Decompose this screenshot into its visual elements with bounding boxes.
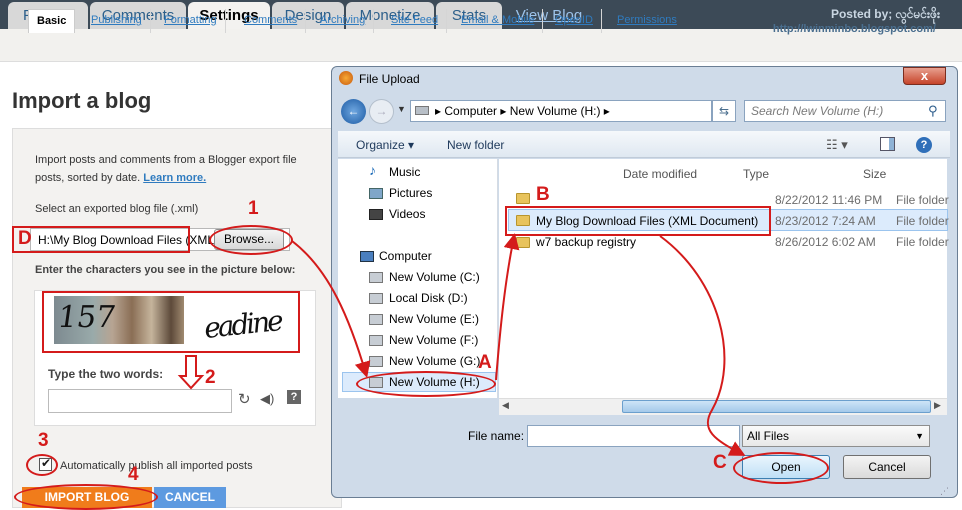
column-type[interactable]: Type	[743, 167, 769, 181]
column-date-modified[interactable]: Date modified	[623, 167, 697, 181]
posted-by-text: Posted by; လွင်မင်းဖိုး	[830, 7, 940, 21]
nav-volume-g[interactable]: New Volume (G:)	[389, 354, 480, 368]
annotation-circle-checkbox	[26, 454, 58, 476]
annotation-circle-open	[733, 452, 829, 484]
nav-pictures[interactable]: Pictures	[389, 186, 432, 200]
search-input[interactable]: Search New Volume (H:)	[744, 100, 946, 122]
firefox-icon	[339, 71, 353, 85]
file-name-label: File name:	[468, 429, 525, 443]
resize-grip-icon[interactable]: ⋰	[940, 486, 949, 497]
file-row-0-date: 8/22/2012 11:46 PM	[775, 193, 883, 207]
pictures-icon	[369, 188, 383, 199]
file-name-input[interactable]	[527, 425, 740, 447]
learn-more-link[interactable]: Learn more.	[143, 172, 206, 184]
drive-icon	[415, 106, 429, 115]
back-arrow-icon[interactable]: ←	[341, 99, 366, 124]
nav-computer[interactable]: Computer	[379, 249, 432, 263]
select-file-label: Select an exported blog file (.xml)	[35, 203, 199, 215]
annotation-box-file-path	[12, 226, 190, 253]
annotation-number: 2	[205, 367, 216, 388]
file-row-1-type: File folder	[896, 214, 949, 228]
help-icon[interactable]: ?	[916, 137, 932, 153]
subtab-site-feed[interactable]: Site Feed	[383, 9, 448, 33]
intro-text: Import posts and comments from a Blogger…	[35, 154, 297, 166]
dialog-title: File Upload	[359, 72, 420, 86]
scroll-left-icon[interactable]: ◀	[502, 400, 509, 411]
page-title: Import a blog	[12, 88, 152, 113]
file-row-0-type: File folder	[896, 193, 949, 207]
subtab-permissions[interactable]: Permissions	[609, 9, 685, 33]
drive-g-icon	[369, 356, 383, 367]
preview-pane-icon[interactable]	[880, 137, 895, 151]
breadcrumb-computer[interactable]: Computer	[444, 104, 497, 118]
annotation-letter: B	[536, 184, 550, 205]
annotation-number: 4	[128, 464, 139, 485]
subtab-email-mobile[interactable]: Email & Mobile	[453, 9, 544, 33]
organize-menu[interactable]: Organize ▾	[356, 138, 414, 152]
annotation-circle-import	[14, 484, 158, 510]
nav-volume-c[interactable]: New Volume (C:)	[389, 270, 480, 284]
nav-volume-f[interactable]: New Volume (F:)	[389, 333, 478, 347]
drive-e-icon	[369, 314, 383, 325]
file-type-value: All Files	[747, 429, 790, 443]
drive-d-icon	[369, 293, 383, 304]
annotation-letter: C	[713, 452, 727, 473]
drive-f-icon	[369, 335, 383, 346]
forward-arrow-icon[interactable]: →	[369, 99, 394, 124]
breadcrumb-new-volume-h[interactable]: New Volume (H:)	[510, 104, 601, 118]
dialog-cancel-button[interactable]: Cancel	[843, 455, 931, 479]
help-icon[interactable]: ?	[287, 390, 301, 404]
intro-text-2: posts, sorted by date. Learn more.	[35, 172, 207, 184]
search-icon: ⚲	[928, 103, 938, 118]
audio-icon[interactable]: ◀)	[260, 391, 274, 407]
breadcrumb: ▸ Computer ▸ New Volume (H:) ▸	[435, 104, 610, 118]
history-chevron-icon[interactable]: ▼	[397, 104, 406, 114]
videos-icon	[369, 209, 383, 220]
annotation-circle-volume-h	[356, 371, 496, 397]
computer-icon	[360, 251, 374, 262]
cancel-button[interactable]: CANCEL	[154, 487, 226, 508]
subtab-basic[interactable]: Basic	[28, 9, 76, 33]
subtab-openid[interactable]: OpenID	[547, 9, 602, 33]
chevron-down-icon: ▼	[915, 431, 924, 441]
column-size[interactable]: Size	[863, 167, 886, 181]
file-row-1-date: 8/23/2012 7:24 AM	[775, 214, 876, 228]
nav-videos[interactable]: Videos	[389, 207, 425, 221]
nav-local-disk-d[interactable]: Local Disk (D:)	[389, 291, 468, 305]
autopublish-label: Automatically publish all imported posts	[60, 460, 253, 472]
nav-music[interactable]: Music	[389, 165, 420, 179]
folder-icon	[516, 193, 530, 204]
folder-icon	[516, 237, 530, 248]
file-row-2-type: File folder	[896, 235, 949, 249]
annotation-box-folder	[505, 206, 771, 236]
view-options-icon[interactable]: ☷ ▾	[826, 137, 848, 153]
captcha-label: Enter the characters you see in the pict…	[35, 264, 296, 276]
subtab-publishing[interactable]: Publishing	[83, 9, 151, 33]
subtab-comments[interactable]: Comments	[236, 9, 307, 33]
dialog-toolbar	[338, 131, 950, 158]
scrollbar-thumb[interactable]	[622, 400, 931, 413]
file-type-select[interactable]: All Files ▼	[742, 425, 930, 447]
file-row-2-name[interactable]: w7 backup registry	[536, 235, 636, 249]
music-icon: ♪	[369, 162, 376, 178]
annotation-letter: A	[478, 352, 492, 373]
close-button[interactable]: x	[903, 67, 946, 85]
new-folder-button[interactable]: New folder	[447, 138, 504, 152]
subtab-archiving[interactable]: Archiving	[312, 9, 375, 33]
annotation-number: 1	[248, 198, 259, 219]
watermark-url: http://lwinminbo.blogspot.com/	[772, 23, 936, 35]
subtab-formatting[interactable]: Formatting	[156, 9, 226, 33]
nav-volume-e[interactable]: New Volume (E:)	[389, 312, 479, 326]
file-row-2-date: 8/26/2012 6:02 AM	[775, 235, 876, 249]
drive-c-icon	[369, 272, 383, 283]
scroll-right-icon[interactable]: ▶	[934, 400, 941, 411]
annotation-box-captcha	[42, 291, 300, 353]
annotation-number: 3	[38, 430, 49, 451]
annotation-letter: D	[18, 228, 32, 249]
captcha-input[interactable]	[48, 389, 232, 413]
annotation-circle-browse	[209, 225, 293, 255]
refresh-icon[interactable]: ⇆	[712, 100, 736, 122]
refresh-icon[interactable]: ↻	[238, 390, 251, 408]
type-words-label: Type the two words:	[48, 367, 164, 381]
